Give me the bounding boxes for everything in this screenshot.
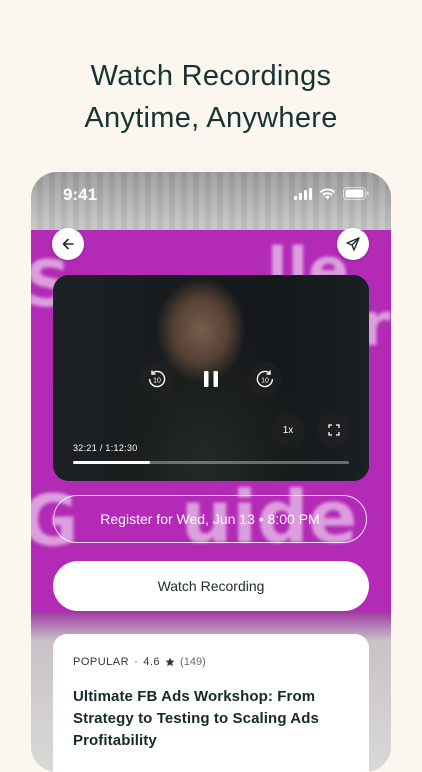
page-headline: Watch Recordings Anytime, Anywhere <box>0 55 422 139</box>
register-button[interactable]: Register for Wed, Jun 13 • 8:00 PM <box>53 495 367 543</box>
star-icon <box>165 657 175 667</box>
video-progress-fill <box>73 461 151 464</box>
rewind-10-button[interactable]: 10 <box>140 362 174 396</box>
meta-separator: · <box>134 656 139 668</box>
rating-value: 4.6 <box>143 656 161 668</box>
rewind-10-icon: 10 <box>148 370 166 388</box>
phone-frame: S lle r G uide 9:41 10 10 1x 32:21 / 1:1… <box>31 172 391 772</box>
event-card[interactable]: POPULAR · 4.6 (149) Ultimate FB Ads Work… <box>53 634 369 772</box>
status-time: 9:41 <box>63 185 98 204</box>
video-player[interactable]: 10 10 1x 32:21 / 1:12:30 <box>53 275 369 481</box>
playback-speed-button[interactable]: 1x <box>271 413 305 447</box>
rewind-label: 10 <box>153 378 161 385</box>
fullscreen-button[interactable] <box>317 413 351 447</box>
forward-10-icon: 10 <box>256 370 274 388</box>
forward-label: 10 <box>261 378 269 385</box>
watch-recording-button[interactable]: Watch Recording <box>53 561 369 611</box>
back-button[interactable] <box>52 228 84 260</box>
share-button[interactable] <box>337 228 369 260</box>
headline-line-1: Watch Recordings <box>90 60 332 92</box>
popular-tag: POPULAR <box>73 656 130 668</box>
wifi-icon <box>319 187 336 199</box>
signal-icon <box>294 187 312 200</box>
event-title: Ultimate FB Ads Workshop: From Strategy … <box>73 688 319 749</box>
event-meta: POPULAR · 4.6 (149) <box>73 656 349 668</box>
video-timecode: 32:21 / 1:12:30 <box>73 443 138 453</box>
arrow-left-icon <box>62 238 74 250</box>
playback-speed-label: 1x <box>282 424 294 436</box>
send-icon <box>346 237 360 251</box>
pause-icon <box>204 371 218 387</box>
status-icons <box>294 187 369 200</box>
forward-10-button[interactable]: 10 <box>248 362 282 396</box>
video-progress-bar[interactable] <box>73 461 349 464</box>
fullscreen-icon <box>328 424 340 436</box>
battery-icon <box>343 187 369 200</box>
review-count: (149) <box>180 656 206 668</box>
pause-button[interactable] <box>194 362 228 396</box>
status-bar: 9:41 <box>31 172 391 216</box>
headline-line-2: Anytime, Anywhere <box>84 102 338 134</box>
